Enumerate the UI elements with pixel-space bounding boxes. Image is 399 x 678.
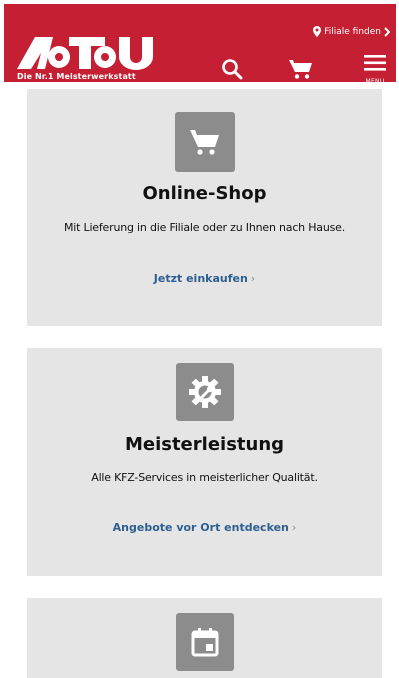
- search-icon: [222, 59, 243, 80]
- master-service-card: Meisterleistung Alle KFZ-Services in mei…: [27, 348, 382, 576]
- store-finder-link[interactable]: Filiale finden: [313, 26, 390, 37]
- link-label: Angebote vor Ort entdecken: [112, 521, 289, 534]
- chevron-right-icon: [384, 26, 390, 37]
- search-button[interactable]: [221, 58, 243, 84]
- cart-button[interactable]: [288, 58, 314, 84]
- hamburger-menu-icon: [364, 55, 386, 71]
- store-finder-label: Filiale finden: [324, 26, 381, 37]
- chevron-right-icon: ›: [291, 521, 297, 534]
- logo-tagline: Die Nr.1 Meisterwerkstatt: [17, 72, 136, 81]
- cart-icon: [174, 112, 235, 172]
- menu-button[interactable]: MENU: [360, 54, 390, 85]
- card-title: Meisterleistung: [124, 434, 285, 455]
- appointment-card: [27, 598, 382, 678]
- menu-label: MENU: [365, 78, 385, 85]
- gear-wrench-icon: [175, 363, 234, 421]
- cart-icon: [289, 60, 312, 79]
- link-label: Jetzt einkaufen: [153, 272, 248, 285]
- chevron-right-icon: ›: [250, 272, 256, 285]
- online-shop-card: Online-Shop Mit Lieferung in die Filiale…: [27, 89, 382, 326]
- card-title: Online-Shop: [142, 183, 267, 204]
- site-header: Die Nr.1 Meisterwerkstatt Filiale finden: [4, 4, 396, 85]
- card-description: Mit Lieferung in die Filiale oder zu Ihn…: [63, 221, 346, 234]
- logo-graphic: [17, 37, 153, 70]
- card-description: Alle KFZ-Services in meisterlicher Quali…: [91, 471, 318, 484]
- shop-now-link[interactable]: Jetzt einkaufen ›: [27, 272, 382, 285]
- location-pin-icon: [313, 26, 322, 37]
- discover-offers-link[interactable]: Angebote vor Ort entdecken ›: [27, 521, 382, 534]
- calendar-icon: [175, 613, 234, 671]
